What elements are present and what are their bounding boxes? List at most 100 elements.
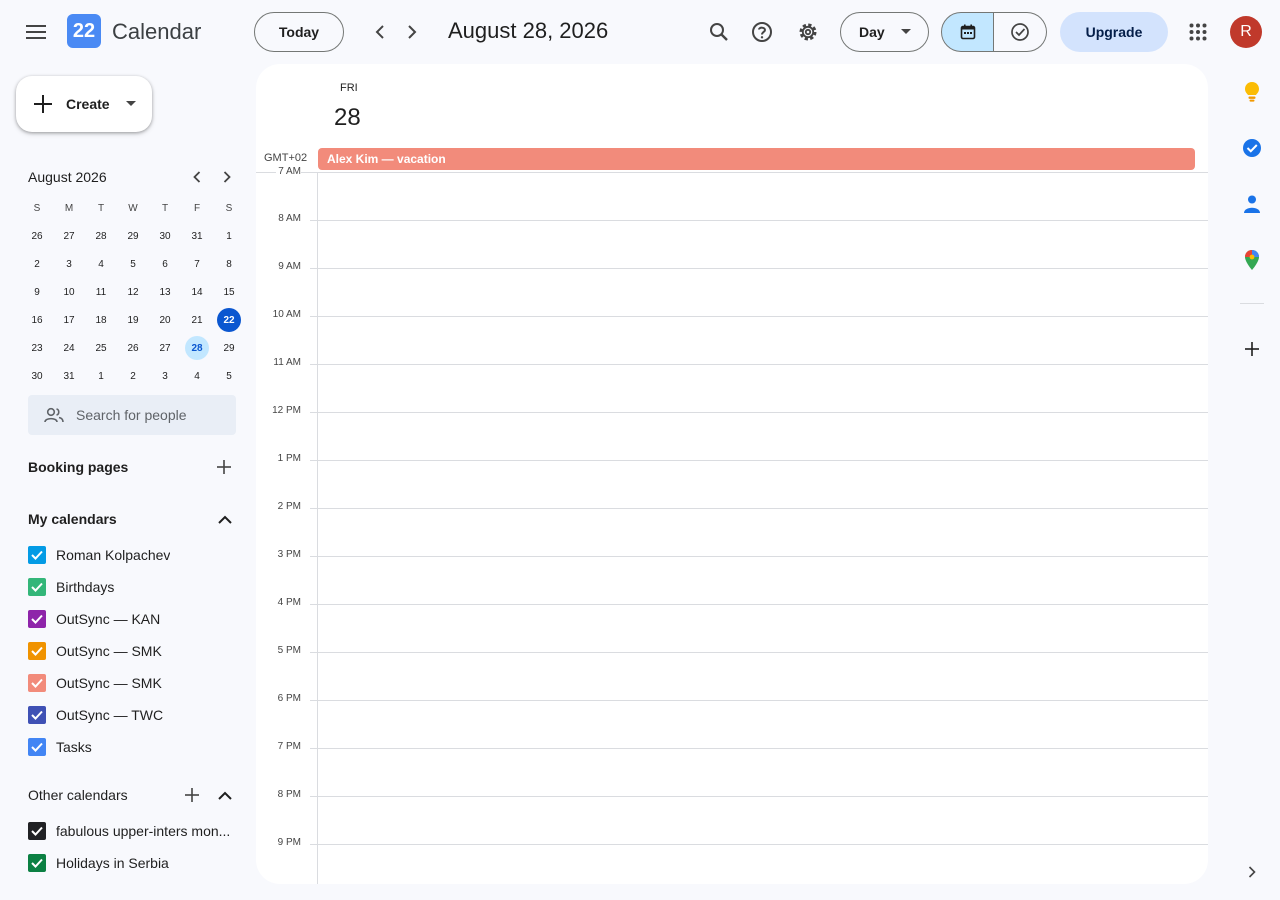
all-day-event[interactable]: Alex Kim — vacation [318, 148, 1195, 170]
mini-calendar-day[interactable]: 5 [213, 362, 245, 390]
collapse-other-calendars-button[interactable] [205, 775, 245, 815]
upgrade-button[interactable]: Upgrade [1060, 12, 1168, 52]
hour-row[interactable]: 7 AM [256, 166, 1208, 220]
mini-calendar-day[interactable]: 13 [149, 278, 181, 306]
mini-calendar-day[interactable]: 4 [181, 362, 213, 390]
other-calendar-item[interactable]: Holidays in Serbia [28, 853, 169, 873]
hour-row[interactable]: 9 PM [256, 837, 1208, 884]
next-period-button[interactable] [392, 12, 432, 52]
my-calendar-item[interactable]: OutSync — SMK [28, 641, 162, 661]
my-calendar-item[interactable]: Roman Kolpachev [28, 545, 170, 565]
today-button[interactable]: Today [254, 12, 344, 52]
calendar-checkbox[interactable] [28, 578, 46, 596]
mini-calendar-day[interactable]: 12 [117, 278, 149, 306]
hour-row[interactable]: 6 PM [256, 693, 1208, 748]
mini-calendar-day[interactable]: 22 [213, 306, 245, 334]
calendar-checkbox[interactable] [28, 610, 46, 628]
get-addons-button[interactable] [1238, 335, 1266, 363]
mini-calendar-day[interactable]: 5 [117, 250, 149, 278]
my-calendar-item[interactable]: OutSync — SMK [28, 673, 162, 693]
mini-calendar-day[interactable]: 4 [85, 250, 117, 278]
other-calendar-item[interactable]: fabulous upper-inters mon... [28, 821, 230, 841]
mini-calendar-day[interactable]: 1 [213, 222, 245, 250]
mini-calendar-day[interactable]: 19 [117, 306, 149, 334]
mini-calendar-day[interactable]: 2 [117, 362, 149, 390]
hour-row[interactable]: 4 PM [256, 597, 1208, 652]
mini-calendar-day[interactable]: 8 [213, 250, 245, 278]
mini-calendar-day[interactable]: 1 [85, 362, 117, 390]
mini-calendar-day[interactable]: 6 [149, 250, 181, 278]
mini-calendar-day[interactable]: 10 [53, 278, 85, 306]
mini-calendar-day[interactable]: 15 [213, 278, 245, 306]
hour-row[interactable]: 7 PM [256, 741, 1208, 796]
mini-calendar-day[interactable]: 26 [117, 334, 149, 362]
mini-calendar-day[interactable]: 28 [181, 334, 213, 362]
hour-row[interactable]: 8 PM [256, 789, 1208, 844]
hour-row[interactable]: 3 PM [256, 549, 1208, 604]
help-button[interactable] [742, 12, 782, 52]
tasks-button[interactable] [1238, 134, 1266, 162]
calendar-checkbox[interactable] [28, 738, 46, 756]
search-button[interactable] [699, 12, 739, 52]
mini-calendar-day[interactable]: 9 [21, 278, 53, 306]
my-calendar-item[interactable]: Birthdays [28, 577, 114, 597]
mini-calendar-day[interactable]: 27 [53, 222, 85, 250]
collapse-my-calendars-button[interactable] [205, 499, 245, 539]
day-number[interactable]: 28 [334, 104, 361, 132]
other-calendars-heading[interactable]: Other calendars [28, 787, 128, 803]
calendar-checkbox[interactable] [28, 822, 46, 840]
mini-calendar-day[interactable]: 23 [21, 334, 53, 362]
view-selector[interactable]: Day [840, 12, 929, 52]
mini-calendar-day[interactable]: 30 [21, 362, 53, 390]
keep-button[interactable] [1238, 78, 1266, 106]
hour-row[interactable]: 11 AM [256, 357, 1208, 412]
calendar-checkbox[interactable] [28, 674, 46, 692]
mini-calendar-day[interactable]: 18 [85, 306, 117, 334]
mini-calendar-day[interactable]: 2 [21, 250, 53, 278]
hour-row[interactable]: 5 PM [256, 645, 1208, 700]
hour-row[interactable]: 9 AM [256, 261, 1208, 316]
expand-side-panel-button[interactable] [1238, 858, 1266, 886]
hour-row[interactable]: 12 PM [256, 405, 1208, 460]
account-avatar[interactable]: R [1230, 16, 1262, 48]
calendar-checkbox[interactable] [28, 706, 46, 724]
mini-calendar-day[interactable]: 3 [149, 362, 181, 390]
calendar-checkbox[interactable] [28, 642, 46, 660]
create-button[interactable]: Create [16, 76, 152, 132]
tasks-view-toggle[interactable] [994, 12, 1047, 52]
my-calendar-item[interactable]: OutSync — KAN [28, 609, 160, 629]
maps-button[interactable] [1238, 246, 1266, 274]
mini-calendar-day[interactable]: 25 [85, 334, 117, 362]
main-menu-button[interactable] [16, 12, 56, 52]
settings-button[interactable] [788, 12, 828, 52]
my-calendar-item[interactable]: Tasks [28, 737, 92, 757]
mini-calendar-day[interactable]: 28 [85, 222, 117, 250]
mini-calendar-day[interactable]: 31 [53, 362, 85, 390]
time-grid[interactable]: 7 AM 8 AM 9 AM 10 AM 11 AM 12 PM 1 PM 2 PM 3 PM 4… [256, 166, 1208, 884]
mini-calendar-day[interactable]: 27 [149, 334, 181, 362]
mini-calendar-prev-button[interactable] [182, 162, 212, 192]
add-booking-page-button[interactable] [204, 447, 244, 487]
my-calendar-item[interactable]: OutSync — TWC [28, 705, 163, 725]
apps-button[interactable] [1178, 12, 1218, 52]
contacts-button[interactable] [1238, 190, 1266, 218]
my-calendars-heading[interactable]: My calendars [28, 511, 117, 527]
mini-calendar-next-button[interactable] [212, 162, 242, 192]
mini-calendar-day[interactable]: 29 [213, 334, 245, 362]
mini-calendar-day[interactable]: 3 [53, 250, 85, 278]
mini-calendar-day[interactable]: 24 [53, 334, 85, 362]
hour-row[interactable]: 2 PM [256, 501, 1208, 556]
mini-calendar-day[interactable]: 7 [181, 250, 213, 278]
hour-row[interactable]: 8 AM [256, 213, 1208, 268]
hour-row[interactable]: 1 PM [256, 453, 1208, 508]
mini-calendar-day[interactable]: 11 [85, 278, 117, 306]
mini-calendar-day[interactable]: 29 [117, 222, 149, 250]
mini-calendar-day[interactable]: 26 [21, 222, 53, 250]
mini-calendar-day[interactable]: 21 [181, 306, 213, 334]
mini-calendar-day[interactable]: 16 [21, 306, 53, 334]
mini-calendar-day[interactable]: 30 [149, 222, 181, 250]
hour-row[interactable]: 10 AM [256, 309, 1208, 364]
mini-calendar-day[interactable]: 20 [149, 306, 181, 334]
mini-calendar-day[interactable]: 17 [53, 306, 85, 334]
mini-calendar-day[interactable]: 14 [181, 278, 213, 306]
